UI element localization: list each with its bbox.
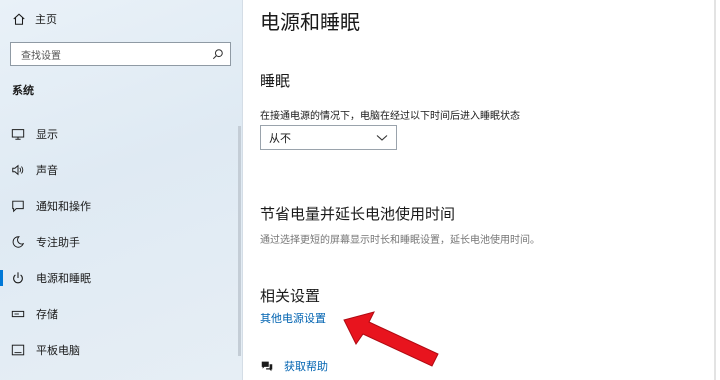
- home-nav-item[interactable]: 主页: [12, 10, 57, 28]
- additional-power-settings-link[interactable]: 其他电源设置: [260, 310, 326, 326]
- search-placeholder: 查找设置: [21, 50, 61, 62]
- sidebar-item-sound[interactable]: 声音: [0, 157, 242, 183]
- page-title: 电源和睡眠: [260, 10, 360, 34]
- home-label: 主页: [35, 13, 57, 26]
- related-settings-heading: 相关设置: [260, 287, 321, 305]
- moon-icon: [12, 236, 25, 248]
- get-help-link[interactable]: 获取帮助: [260, 358, 328, 374]
- battery-heading: 节省电量并延长电池使用时间: [260, 205, 456, 223]
- sidebar-item-label: 通知和操作: [36, 200, 91, 213]
- sidebar-item-notifications[interactable]: 通知和操作: [0, 193, 242, 219]
- monitor-icon: [11, 129, 25, 140]
- dropdown-value: 从不: [269, 131, 291, 145]
- sidebar-item-storage[interactable]: 存储: [0, 301, 242, 327]
- chat-help-icon: [261, 361, 273, 372]
- tablet-icon: [11, 344, 25, 356]
- sleep-description: 在接通电源的情况下，电脑在经过以下时间后进入睡眠状态: [260, 111, 520, 122]
- sleep-heading: 睡眠: [260, 72, 291, 90]
- speaker-icon: [12, 164, 24, 176]
- sidebar-scrollbar[interactable]: [238, 126, 241, 356]
- sidebar-item-label: 专注助手: [36, 236, 80, 249]
- sidebar-item-label: 显示: [36, 128, 58, 141]
- chevron-down-icon: [376, 134, 388, 141]
- battery-description: 通过选择更短的屏幕显示时长和睡眠设置，延长电池使用时间。: [260, 235, 540, 246]
- red-arrow-annotation: [343, 311, 439, 367]
- home-icon: [13, 13, 25, 25]
- get-help-label: 获取帮助: [284, 360, 328, 373]
- notification-icon: [12, 200, 24, 213]
- sidebar-item-label: 平板电脑: [36, 344, 80, 357]
- sidebar: 主页 查找设置 系统 显示 声音 通知和操作 专注助手 电源和睡眠 存储 平板电…: [0, 0, 243, 380]
- search-input[interactable]: 查找设置: [10, 42, 231, 66]
- content-scrollbar[interactable]: [714, 0, 716, 380]
- sidebar-item-label: 存储: [36, 308, 58, 321]
- sidebar-item-display[interactable]: 显示: [0, 121, 242, 147]
- storage-icon: [11, 310, 25, 318]
- content-pane: 电源和睡眠 睡眠 在接通电源的情况下，电脑在经过以下时间后进入睡眠状态 从不 节…: [243, 0, 720, 380]
- sidebar-item-label: 声音: [36, 164, 58, 177]
- sidebar-item-tablet[interactable]: 平板电脑: [0, 337, 242, 363]
- sidebar-item-power-sleep[interactable]: 电源和睡眠: [0, 265, 242, 291]
- sidebar-item-label: 电源和睡眠: [36, 272, 91, 285]
- sidebar-item-focus-assist[interactable]: 专注助手: [0, 229, 242, 255]
- search-icon[interactable]: [212, 48, 224, 60]
- section-title: 系统: [12, 84, 34, 97]
- sleep-timeout-dropdown[interactable]: 从不: [260, 125, 397, 150]
- power-icon: [13, 272, 23, 284]
